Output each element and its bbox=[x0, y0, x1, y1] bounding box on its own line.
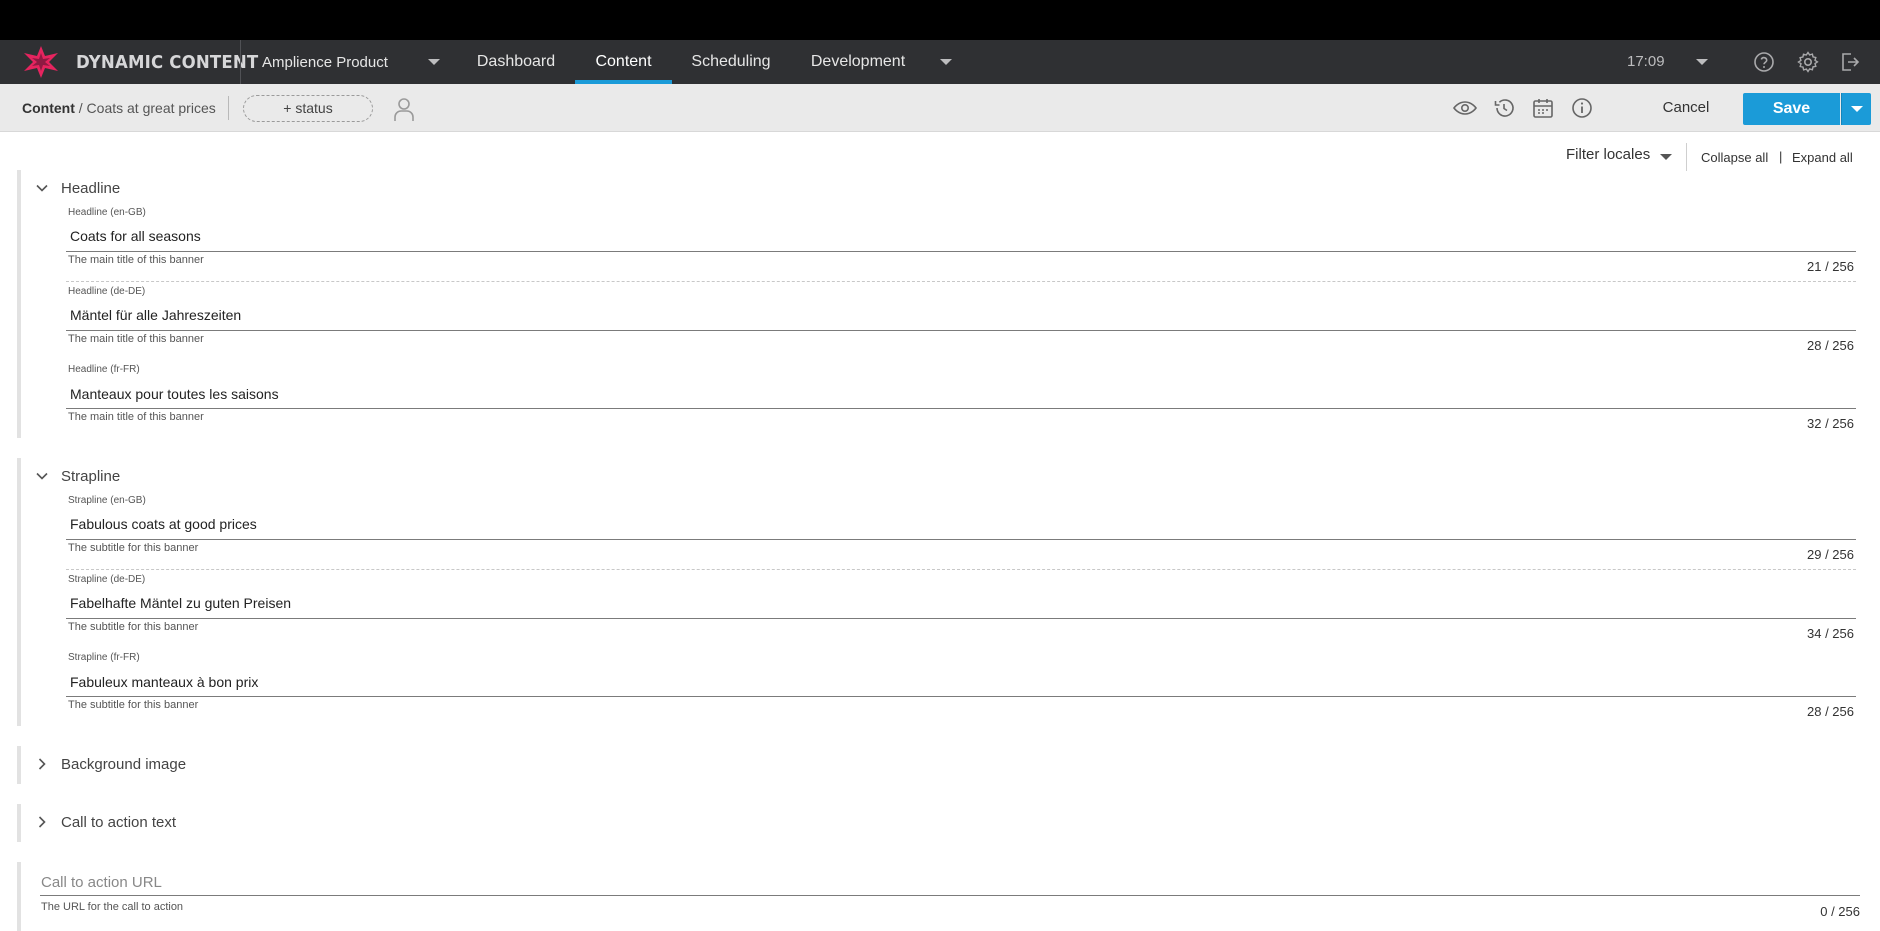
chevron-down-icon bbox=[36, 472, 48, 480]
strapline-en-gb-input[interactable]: Fabulous coats at good prices bbox=[70, 516, 257, 532]
strapline-fr-fr-label: Strapline (fr-FR) bbox=[68, 652, 140, 663]
locale-divider bbox=[66, 281, 1856, 282]
locale-divider bbox=[66, 569, 1856, 570]
assign-user-icon[interactable] bbox=[392, 96, 416, 122]
headline-fr-fr-count: 32 / 256 bbox=[1807, 416, 1854, 431]
calendar-icon[interactable] bbox=[1531, 96, 1555, 120]
save-options-dropdown[interactable] bbox=[1841, 93, 1871, 125]
eye-icon[interactable] bbox=[1452, 96, 1478, 120]
strapline-section-header[interactable]: Strapline bbox=[17, 464, 120, 488]
cancel-button[interactable]: Cancel bbox=[1656, 94, 1716, 122]
filter-locales-select[interactable]: Filter locales bbox=[1566, 146, 1650, 163]
controls-divider bbox=[1686, 143, 1687, 171]
strapline-de-de-input[interactable]: Fabelhafte Mäntel zu guten Preisen bbox=[70, 595, 291, 611]
headline-section-title: Headline bbox=[61, 179, 121, 197]
background-image-section-header[interactable]: Background image bbox=[17, 752, 186, 776]
tab-development[interactable]: Development bbox=[790, 40, 926, 84]
headline-section-header[interactable]: Headline bbox=[17, 176, 120, 200]
strapline-section-title: Strapline bbox=[61, 467, 121, 485]
cta-url-section bbox=[17, 862, 1863, 931]
headline-fr-fr-underline bbox=[66, 408, 1856, 409]
clock: 17:09 bbox=[1627, 53, 1665, 70]
add-status-button[interactable]: + status bbox=[243, 95, 373, 122]
cta-url-input[interactable]: Call to action URL bbox=[41, 874, 162, 891]
chevron-right-icon bbox=[38, 758, 46, 770]
content-toolbar: Content / Coats at great prices + status… bbox=[0, 84, 1880, 132]
background-image-section bbox=[17, 746, 1863, 784]
expand-all-link[interactable]: Expand all bbox=[1792, 150, 1853, 165]
tab-content[interactable]: Content bbox=[575, 40, 672, 84]
tab-scheduling[interactable]: Scheduling bbox=[672, 40, 790, 84]
headline-en-gb-help: The main title of this banner bbox=[68, 254, 204, 266]
brand-logo-icon bbox=[24, 46, 58, 78]
headline-de-de-input[interactable]: Mäntel für alle Jahreszeiten bbox=[70, 307, 241, 323]
strapline-fr-fr-help: The subtitle for this banner bbox=[68, 699, 199, 711]
development-menu-chevron-icon[interactable] bbox=[940, 59, 952, 65]
strapline-en-gb-count: 29 / 256 bbox=[1807, 547, 1854, 562]
breadcrumb-current: / Coats at great prices bbox=[78, 100, 216, 116]
cta-text-section bbox=[17, 804, 1863, 842]
strapline-de-de-count: 34 / 256 bbox=[1807, 626, 1854, 641]
clock-chevron-down-icon[interactable] bbox=[1696, 59, 1708, 65]
headline-section bbox=[17, 170, 1863, 438]
gear-icon[interactable] bbox=[1796, 50, 1820, 74]
main-nav-bar: DYNAMIC CONTENT Amplience Product Dashbo… bbox=[0, 40, 1880, 84]
nav-divider bbox=[240, 40, 241, 84]
strapline-section bbox=[17, 458, 1863, 726]
chevron-right-icon bbox=[38, 816, 46, 828]
cta-text-section-title: Call to action text bbox=[61, 813, 177, 831]
info-icon[interactable] bbox=[1570, 96, 1594, 120]
strapline-en-gb-underline bbox=[66, 539, 1856, 540]
breadcrumb-root[interactable]: Content bbox=[22, 100, 75, 116]
chevron-down-icon bbox=[36, 184, 48, 192]
cta-url-help: The URL for the call to action bbox=[41, 901, 184, 913]
filter-locales-chevron-icon[interactable] bbox=[1660, 154, 1672, 160]
toolbar-divider bbox=[228, 96, 229, 120]
hub-select-label: Amplience Product bbox=[262, 53, 388, 71]
cta-text-section-header[interactable]: Call to action text bbox=[17, 810, 176, 834]
headline-fr-fr-label: Headline (fr-FR) bbox=[68, 364, 140, 375]
controls-pipe: | bbox=[1779, 149, 1783, 164]
window-top-bar bbox=[0, 0, 1880, 40]
breadcrumb: Content / Coats at great prices bbox=[22, 84, 216, 132]
strapline-fr-fr-underline bbox=[66, 696, 1856, 697]
strapline-fr-fr-input[interactable]: Fabuleux manteaux à bon prix bbox=[70, 674, 258, 690]
tab-dashboard[interactable]: Dashboard bbox=[458, 40, 574, 84]
chevron-down-icon bbox=[1851, 106, 1863, 112]
logout-icon[interactable] bbox=[1838, 50, 1862, 74]
strapline-de-de-label: Strapline (de-DE) bbox=[68, 574, 146, 585]
cta-url-count: 0 / 256 bbox=[1820, 904, 1860, 919]
strapline-de-de-help: The subtitle for this banner bbox=[68, 621, 199, 633]
headline-de-de-underline bbox=[66, 330, 1856, 331]
strapline-en-gb-help: The subtitle for this banner bbox=[68, 542, 199, 554]
cta-url-underline bbox=[40, 895, 1860, 896]
save-button[interactable]: Save bbox=[1743, 93, 1840, 125]
headline-de-de-label: Headline (de-DE) bbox=[68, 286, 146, 297]
headline-en-gb-label: Headline (en-GB) bbox=[68, 207, 146, 218]
headline-fr-fr-input[interactable]: Manteaux pour toutes les saisons bbox=[70, 386, 279, 402]
chevron-down-icon bbox=[428, 59, 440, 65]
help-icon[interactable] bbox=[1752, 50, 1776, 74]
history-icon[interactable] bbox=[1492, 96, 1516, 120]
brand[interactable]: DYNAMIC CONTENT bbox=[22, 44, 274, 80]
headline-en-gb-count: 21 / 256 bbox=[1807, 259, 1854, 274]
headline-en-gb-underline bbox=[66, 251, 1856, 252]
brand-name: DYNAMIC CONTENT bbox=[76, 51, 259, 73]
headline-de-de-count: 28 / 256 bbox=[1807, 338, 1854, 353]
collapse-all-link[interactable]: Collapse all bbox=[1701, 150, 1768, 165]
hub-select[interactable]: Amplience Product bbox=[262, 40, 442, 84]
strapline-de-de-underline bbox=[66, 618, 1856, 619]
strapline-fr-fr-count: 28 / 256 bbox=[1807, 704, 1854, 719]
background-image-section-title: Background image bbox=[61, 755, 187, 773]
headline-de-de-help: The main title of this banner bbox=[68, 333, 204, 345]
headline-en-gb-input[interactable]: Coats for all seasons bbox=[70, 228, 201, 244]
strapline-en-gb-label: Strapline (en-GB) bbox=[68, 495, 146, 506]
headline-fr-fr-help: The main title of this banner bbox=[68, 411, 204, 423]
